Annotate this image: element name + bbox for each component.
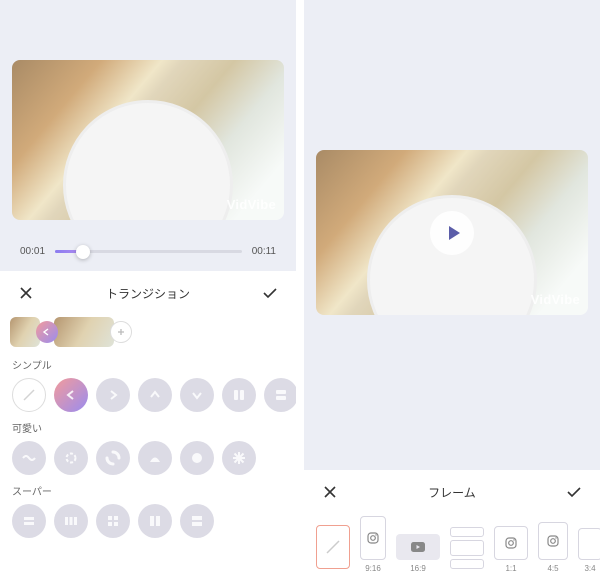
time-total: 00:11 bbox=[252, 246, 276, 257]
cute-row bbox=[0, 439, 296, 481]
aspect-label: 4:5 bbox=[547, 564, 558, 573]
aspect-4-5[interactable]: 4:5 bbox=[538, 522, 568, 573]
aspect-9-16[interactable]: 9:16 bbox=[360, 516, 386, 573]
fx-super-1[interactable] bbox=[12, 504, 46, 538]
frame-panel: フレーム 9:16 16:9 bbox=[304, 470, 600, 585]
screen-frame: VidVibe フレーム 9:16 bbox=[304, 0, 600, 585]
transition-node-selected[interactable] bbox=[36, 321, 58, 343]
panel-header: トランジション bbox=[0, 271, 296, 313]
clip-2[interactable] bbox=[54, 317, 114, 347]
frame-panel-header: フレーム bbox=[304, 470, 600, 512]
scrubber-track[interactable] bbox=[55, 250, 242, 253]
youtube-icon bbox=[411, 542, 425, 552]
screen-transitions: VidVibe 00:01 00:11 トランジション bbox=[0, 0, 296, 585]
time-current: 00:01 bbox=[20, 246, 45, 257]
aspect-1-1[interactable]: 1:1 bbox=[494, 526, 528, 573]
frame-panel-title: フレーム bbox=[428, 484, 476, 501]
fx-super-2[interactable] bbox=[54, 504, 88, 538]
category-super-label: スーパー bbox=[0, 481, 296, 502]
fx-arrow-up[interactable] bbox=[138, 378, 172, 412]
video-scrubber: 00:01 00:11 bbox=[0, 228, 296, 271]
super-row bbox=[0, 502, 296, 544]
play-button[interactable] bbox=[430, 211, 474, 255]
category-cute-label: 可愛い bbox=[0, 418, 296, 439]
video-preview-right[interactable]: VidVibe bbox=[316, 150, 588, 315]
aspect-label: 3:4 bbox=[584, 564, 595, 573]
aspect-stack[interactable] bbox=[450, 527, 484, 573]
fx-arrow-right[interactable] bbox=[96, 378, 130, 412]
fx-cute-5[interactable] bbox=[180, 441, 214, 475]
aspect-label: 16:9 bbox=[410, 564, 426, 573]
aspect-none[interactable] bbox=[316, 525, 350, 573]
video-preview-area-right: VidVibe bbox=[304, 0, 600, 323]
instagram-icon bbox=[367, 532, 379, 544]
aspect-3-4[interactable]: 3:4 bbox=[578, 528, 600, 573]
scrubber-thumb[interactable] bbox=[76, 245, 90, 259]
watermark-text-right: VidVibe bbox=[531, 292, 580, 307]
fx-arrow-down[interactable] bbox=[180, 378, 214, 412]
aspect-label: 9:16 bbox=[365, 564, 381, 573]
fx-cute-1[interactable] bbox=[12, 441, 46, 475]
aspect-ratio-row: 9:16 16:9 1:1 bbox=[304, 512, 600, 573]
fx-cute-2[interactable] bbox=[54, 441, 88, 475]
aspect-label: 1:1 bbox=[505, 564, 516, 573]
aspect-16-9[interactable]: 16:9 bbox=[396, 534, 440, 573]
video-preview[interactable]: VidVibe bbox=[12, 60, 284, 220]
clip-timeline[interactable] bbox=[0, 313, 296, 355]
confirm-button[interactable] bbox=[260, 283, 280, 303]
fx-super-4[interactable] bbox=[138, 504, 172, 538]
instagram-icon bbox=[547, 535, 559, 547]
fx-cute-6[interactable] bbox=[222, 441, 256, 475]
transition-panel: トランジション シンプル 可愛い bbox=[0, 271, 296, 585]
fx-none[interactable] bbox=[12, 378, 46, 412]
fx-cute-3[interactable] bbox=[96, 441, 130, 475]
fx-super-3[interactable] bbox=[96, 504, 130, 538]
fx-arrow-left[interactable] bbox=[54, 378, 88, 412]
fx-split-vert[interactable] bbox=[222, 378, 256, 412]
close-button[interactable] bbox=[320, 482, 340, 502]
panel-title: トランジション bbox=[106, 285, 190, 302]
video-preview-area: VidVibe 00:01 00:11 bbox=[0, 0, 296, 271]
fx-cute-4[interactable] bbox=[138, 441, 172, 475]
instagram-icon bbox=[505, 537, 517, 549]
fx-super-5[interactable] bbox=[180, 504, 214, 538]
category-simple-label: シンプル bbox=[0, 355, 296, 376]
transition-node-add[interactable] bbox=[110, 321, 132, 343]
close-button[interactable] bbox=[16, 283, 36, 303]
watermark-text: VidVibe bbox=[227, 197, 276, 212]
stack-icon bbox=[450, 527, 484, 569]
simple-row bbox=[0, 376, 296, 418]
confirm-button[interactable] bbox=[564, 482, 584, 502]
fx-split-horiz[interactable] bbox=[264, 378, 296, 412]
